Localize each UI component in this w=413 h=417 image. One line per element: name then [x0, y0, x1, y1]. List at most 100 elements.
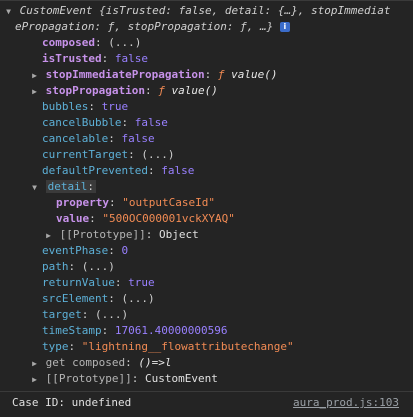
prop-key: stopImmediatePropagation [45, 68, 205, 81]
prop-value: false [114, 52, 148, 65]
prop-key: srcElement [42, 292, 109, 305]
prop-value[interactable]: (...) [141, 148, 174, 161]
prop-sep: : [68, 340, 82, 353]
prop-key: get composed [45, 356, 126, 369]
prop-row-path[interactable]: path: (...) [42, 259, 115, 275]
prop-key: defaultPrevented [42, 164, 148, 177]
prop-key: timeStamp [42, 324, 102, 337]
prop-key: returnValue [42, 276, 115, 289]
prop-value: 17061.40000000596 [114, 324, 228, 337]
prop-sep: : [108, 292, 122, 305]
expand-arrow-right-icon[interactable]: ▶ [30, 372, 39, 388]
prop-row-srcelement[interactable]: srcElement: (...) [42, 291, 155, 307]
prop-value: value() [231, 68, 278, 81]
event-summary-line1: CustomEvent {isTrusted: false, detail: {… [19, 4, 391, 17]
expand-arrow-right-icon[interactable]: ▶ [44, 228, 53, 244]
prop-value: ()=>l [138, 356, 172, 369]
prop-row-bubbles: bubbles: true [42, 99, 128, 115]
prop-value: false [161, 164, 195, 177]
prop-sep: : [114, 276, 129, 289]
prop-row-timestamp: timeStamp: 17061.40000000596 [42, 323, 227, 339]
prop-row-detail[interactable]: ▼ detail: [30, 179, 96, 195]
function-symbol: ƒ [217, 68, 225, 81]
prop-sep: : [81, 308, 95, 321]
prop-row-composed[interactable]: composed: (...) [42, 35, 141, 51]
prop-row-cancelable: cancelable: false [42, 131, 155, 147]
prop-row-prototype[interactable]: ▶ [[Prototype]]: CustomEvent [30, 371, 218, 387]
prop-value: CustomEvent [144, 372, 218, 385]
function-symbol: ƒ [158, 84, 165, 97]
expand-arrow-down-icon[interactable]: ▼ [30, 180, 39, 196]
prop-value[interactable]: (...) [82, 260, 115, 273]
prop-sep: : [145, 228, 159, 241]
prop-row-get-composed[interactable]: ▶ get composed: ()=>l [30, 355, 171, 371]
prop-key: value [56, 212, 90, 225]
prop-value[interactable]: (...) [121, 292, 154, 305]
prop-sep: : [108, 132, 122, 145]
prop-key: cancelable [42, 132, 109, 145]
devtools-console-output: ▼ CustomEvent {isTrusted: false, detail:… [0, 0, 413, 417]
prop-value: "lightning__flowattributechange" [81, 340, 294, 353]
prop-key: [[Prototype]] [59, 228, 146, 241]
info-icon[interactable]: i [279, 22, 290, 32]
prop-key: bubbles [42, 100, 89, 113]
prop-value[interactable]: (...) [108, 36, 141, 49]
prop-row-cancelbubble: cancelBubble: false [42, 115, 168, 131]
prop-value: true [128, 276, 155, 289]
prop-row-stoppropagation[interactable]: ▶ stopPropagation: ƒ value() [30, 83, 218, 99]
prop-sep: : [108, 244, 122, 257]
prop-sep: : [101, 52, 115, 65]
prop-row-property: property: "outputCaseId" [56, 195, 215, 211]
prop-value: value() [171, 84, 218, 97]
prop-value: false [134, 116, 168, 129]
prop-sep: : [88, 100, 102, 113]
prop-row-value: value: "500OC000001vckXYAQ" [56, 211, 235, 227]
prop-sep: : [204, 68, 218, 81]
expand-arrow-right-icon[interactable]: ▶ [30, 84, 39, 100]
expand-arrow-right-icon[interactable]: ▶ [30, 356, 39, 372]
prop-sep: : [131, 372, 145, 385]
prop-value: Object [158, 228, 199, 241]
event-summary-row[interactable]: ▼ CustomEvent {isTrusted: false, detail:… [4, 3, 391, 20]
event-summary-line2: ePropagation: ƒ, stopPropagation: ƒ, …} [15, 20, 274, 33]
prop-sep: : [121, 116, 135, 129]
expand-arrow-right-icon[interactable]: ▶ [30, 68, 39, 84]
case-id-log-text: Case ID: undefined [12, 396, 132, 409]
prop-sep: : [101, 324, 115, 337]
prop-key: property [56, 196, 109, 209]
prop-sep: : [68, 260, 82, 273]
source-location-link[interactable]: aura_prod.js:103 [293, 392, 399, 414]
prop-key: stopPropagation [45, 84, 145, 97]
prop-key: currentTarget [42, 148, 129, 161]
prop-row-currenttarget[interactable]: currentTarget: (...) [42, 147, 174, 163]
prop-sep: : [108, 196, 123, 209]
prop-row-returnvalue: returnValue: true [42, 275, 155, 291]
prop-row-detail-prototype[interactable]: ▶ [[Prototype]]: Object [44, 227, 199, 243]
prop-sep: : [144, 84, 159, 97]
prop-value: "outputCaseId" [122, 196, 215, 209]
prop-sep: : [147, 164, 162, 177]
prop-value: true [101, 100, 129, 113]
prop-key: composed [42, 36, 95, 49]
prop-row-stopimmediatepropagation[interactable]: ▶ stopImmediatePropagation: ƒ value() [30, 67, 277, 83]
prop-sep: : [94, 36, 109, 49]
prop-row-defaultprevented: defaultPrevented: false [42, 163, 194, 179]
prop-sep: : [87, 180, 94, 193]
prop-row-istrusted: isTrusted: false [42, 51, 148, 67]
prop-sep: : [89, 212, 103, 225]
prop-key: cancelBubble [42, 116, 122, 129]
prop-value[interactable]: (...) [95, 308, 128, 321]
prop-row-target[interactable]: target: (...) [42, 307, 128, 323]
expand-arrow-down-icon[interactable]: ▼ [4, 4, 13, 20]
prop-value: "500OC000001vckXYAQ" [102, 212, 235, 225]
event-summary-row-2: ePropagation: ƒ, stopPropagation: ƒ, …} … [15, 19, 290, 35]
prop-row-type: type: "lightning__flowattributechange" [42, 339, 294, 355]
prop-sep: : [125, 356, 139, 369]
prop-key: [[Prototype]] [45, 372, 132, 385]
prop-value: false [121, 132, 155, 145]
prop-key: path [42, 260, 69, 273]
prop-row-eventphase: eventPhase: 0 [42, 243, 128, 259]
console-message-row: Case ID: undefined aura_prod.js:103 [0, 391, 413, 414]
prop-key: isTrusted [42, 52, 102, 65]
prop-value: 0 [121, 244, 129, 257]
